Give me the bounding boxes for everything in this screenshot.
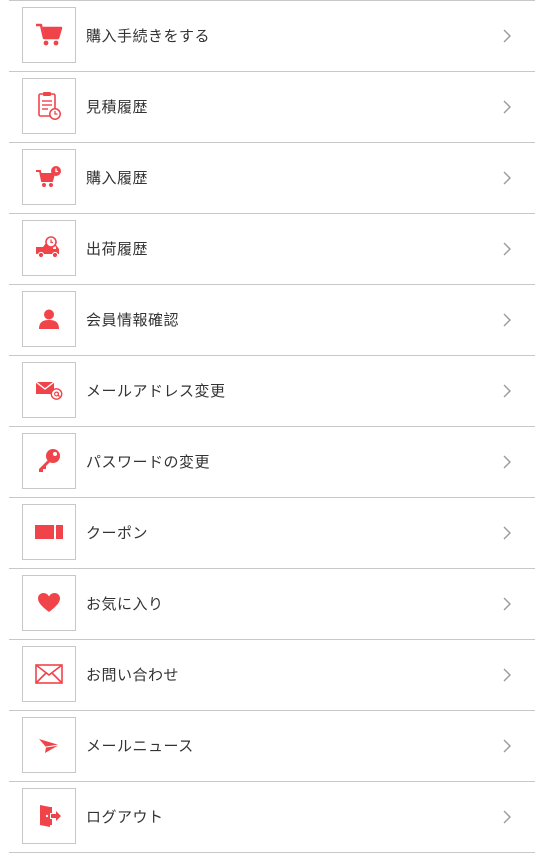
logout-door-icon [22, 788, 76, 844]
chevron-right-icon [503, 171, 511, 185]
chevron-right-icon [503, 29, 511, 43]
chevron-right-icon [503, 597, 511, 611]
menu-item-label: お問い合わせ [86, 666, 180, 684]
menu-item-shipping-history[interactable]: 出荷履歴 [9, 214, 535, 285]
chevron-right-icon [503, 313, 511, 327]
menu-item-label: クーポン [86, 524, 149, 542]
account-menu: 購入手続きをする 見積履歴 購入履歴 出荷履歴 会員情報確認 メールアドレス変更… [9, 0, 535, 853]
key-icon [22, 433, 76, 489]
chevron-right-icon [503, 810, 511, 824]
menu-item-label: メールニュース [86, 737, 194, 755]
chevron-right-icon [503, 668, 511, 682]
coupon-icon [22, 504, 76, 560]
chevron-right-icon [503, 242, 511, 256]
mail-at-icon [22, 362, 76, 418]
menu-item-label: 購入手続きをする [86, 27, 211, 45]
chevron-right-icon [503, 100, 511, 114]
menu-item-contact[interactable]: お問い合わせ [9, 640, 535, 711]
menu-item-label: 見積履歴 [86, 98, 149, 116]
chevron-right-icon [503, 739, 511, 753]
menu-item-mail-news[interactable]: メールニュース [9, 711, 535, 782]
menu-item-estimate-history[interactable]: 見積履歴 [9, 72, 535, 143]
estimate-clipboard-icon [22, 78, 76, 134]
menu-item-change-email[interactable]: メールアドレス変更 [9, 356, 535, 427]
truck-clock-icon [22, 220, 76, 276]
cart-clock-icon [22, 149, 76, 205]
menu-item-logout[interactable]: ログアウト [9, 782, 535, 853]
menu-item-checkout[interactable]: 購入手続きをする [9, 1, 535, 72]
chevron-right-icon [503, 455, 511, 469]
menu-item-label: 購入履歴 [86, 169, 149, 187]
cart-icon [22, 7, 76, 63]
menu-item-favorites[interactable]: お気に入り [9, 569, 535, 640]
menu-item-member-info[interactable]: 会員情報確認 [9, 285, 535, 356]
menu-item-change-password[interactable]: パスワードの変更 [9, 427, 535, 498]
chevron-right-icon [503, 384, 511, 398]
menu-item-label: 会員情報確認 [86, 311, 180, 329]
menu-item-label: メールアドレス変更 [86, 382, 226, 400]
envelope-icon [22, 646, 76, 702]
menu-item-purchase-history[interactable]: 購入履歴 [9, 143, 535, 214]
menu-item-label: ログアウト [86, 808, 164, 826]
heart-icon [22, 575, 76, 631]
menu-item-label: パスワードの変更 [86, 453, 211, 471]
paper-plane-icon [22, 717, 76, 773]
user-icon [22, 291, 76, 347]
chevron-right-icon [503, 526, 511, 540]
menu-item-label: お気に入り [86, 595, 164, 613]
menu-item-label: 出荷履歴 [86, 240, 149, 258]
menu-item-coupon[interactable]: クーポン [9, 498, 535, 569]
